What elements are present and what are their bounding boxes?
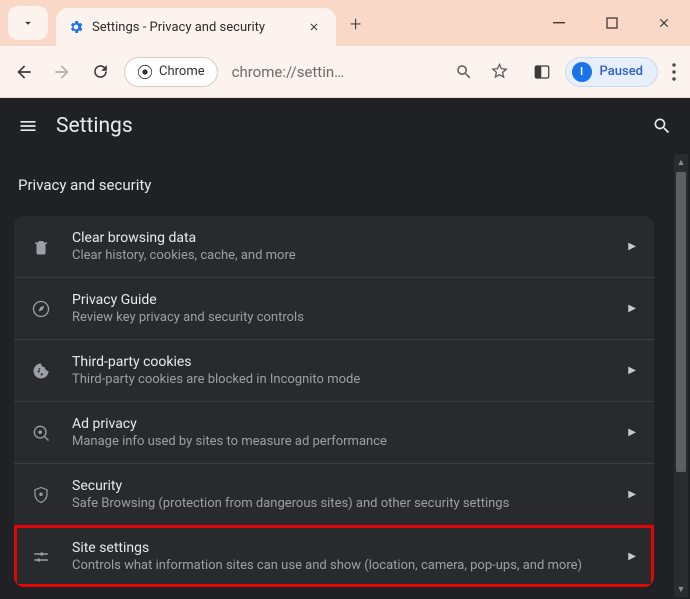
- chevron-down-icon: [21, 16, 35, 30]
- minimize-icon: [553, 16, 567, 30]
- row-ad-privacy[interactable]: Ad privacy Manage info used by sites to …: [14, 401, 654, 463]
- arrow-left-icon: [14, 62, 34, 82]
- chevron-right-icon: ▶: [628, 303, 636, 314]
- sliders-icon: [28, 548, 54, 566]
- scroll-thumb[interactable]: [676, 172, 686, 472]
- settings-body: Privacy and security Clear browsing data…: [0, 154, 672, 599]
- chrome-icon: [137, 64, 153, 80]
- section-heading: Privacy and security: [14, 176, 672, 194]
- tab-title: Settings - Privacy and security: [92, 20, 300, 35]
- window-maximize-button[interactable]: [592, 3, 632, 43]
- row-title: Clear browsing data: [72, 230, 610, 246]
- chevron-right-icon: ▶: [628, 551, 636, 562]
- tab-close-button[interactable]: [308, 21, 326, 33]
- trash-icon: [28, 238, 54, 256]
- profile-chip[interactable]: I Paused: [565, 57, 658, 87]
- address-security-chip[interactable]: Chrome: [124, 57, 218, 87]
- settings-appbar: Settings: [0, 98, 690, 154]
- window-minimize-button[interactable]: [540, 3, 580, 43]
- privacy-card: Clear browsing data Clear history, cooki…: [14, 216, 654, 587]
- row-privacy-guide[interactable]: Privacy Guide Review key privacy and sec…: [14, 277, 654, 339]
- gear-icon: [68, 19, 84, 35]
- scroll-up-button[interactable]: ▲: [674, 154, 688, 170]
- settings-title: Settings: [56, 114, 133, 138]
- window-titlebar: Settings - Privacy and security +: [0, 0, 690, 46]
- settings-page: Settings Privacy and security Clear brow…: [0, 98, 690, 599]
- magnifier-minus-icon: [455, 63, 473, 81]
- settings-menu-button[interactable]: [18, 116, 38, 136]
- chevron-right-icon: ▶: [628, 241, 636, 252]
- row-sub: Third-party cookies are blocked in Incog…: [72, 372, 610, 387]
- new-tab-button[interactable]: +: [350, 12, 361, 36]
- row-sub: Controls what information sites can use …: [72, 558, 610, 573]
- search-icon: [652, 116, 672, 136]
- close-icon: [308, 21, 320, 33]
- row-title: Security: [72, 478, 610, 494]
- row-site-settings[interactable]: Site settings Controls what information …: [14, 525, 654, 587]
- address-bar[interactable]: chrome://settin…: [232, 63, 441, 81]
- star-icon: [490, 62, 509, 81]
- row-sub: Manage info used by sites to measure ad …: [72, 434, 610, 449]
- address-chip-label: Chrome: [159, 64, 205, 79]
- maximize-icon: [606, 17, 618, 29]
- hamburger-icon: [18, 116, 38, 136]
- row-title: Third-party cookies: [72, 354, 610, 370]
- chevron-right-icon: ▶: [628, 489, 636, 500]
- row-security[interactable]: Security Safe Browsing (protection from …: [14, 463, 654, 525]
- back-button[interactable]: [10, 58, 38, 86]
- window-close-button[interactable]: [644, 3, 684, 43]
- compass-icon: [28, 299, 54, 319]
- bookmark-button[interactable]: [487, 59, 513, 85]
- tab-search-button[interactable]: [8, 6, 48, 40]
- forward-button[interactable]: [48, 58, 76, 86]
- close-icon: [657, 16, 671, 30]
- row-third-party-cookies[interactable]: Third-party cookies Third-party cookies …: [14, 339, 654, 401]
- row-sub: Safe Browsing (protection from dangerous…: [72, 496, 610, 511]
- reload-button[interactable]: [86, 58, 114, 86]
- row-title: Ad privacy: [72, 416, 610, 432]
- row-sub: Review key privacy and security controls: [72, 310, 610, 325]
- cookie-icon: [28, 362, 54, 380]
- row-title: Site settings: [72, 540, 610, 556]
- row-clear-browsing-data[interactable]: Clear browsing data Clear history, cooki…: [14, 216, 654, 277]
- reload-icon: [91, 62, 110, 81]
- overflow-menu-button[interactable]: [668, 63, 680, 81]
- zoom-button[interactable]: [451, 59, 477, 85]
- browser-toolbar: Chrome chrome://settin… I Paused: [0, 46, 690, 98]
- row-title: Privacy Guide: [72, 292, 610, 308]
- sidepanel-button[interactable]: [529, 59, 555, 85]
- arrow-right-icon: [52, 62, 72, 82]
- profile-status-label: Paused: [600, 64, 643, 79]
- shield-icon: [28, 485, 54, 505]
- row-sub: Clear history, cookies, cache, and more: [72, 248, 610, 263]
- avatar: I: [572, 62, 592, 82]
- chevron-right-icon: ▶: [628, 427, 636, 438]
- scroll-down-button[interactable]: ▼: [674, 581, 688, 597]
- browser-tab[interactable]: Settings - Privacy and security: [56, 8, 336, 46]
- chevron-right-icon: ▶: [628, 365, 636, 376]
- ad-icon: [28, 423, 54, 443]
- panel-icon: [533, 63, 551, 81]
- settings-search-button[interactable]: [652, 116, 672, 136]
- vertical-scrollbar[interactable]: ▲ ▼: [674, 154, 688, 597]
- kebab-icon: [672, 63, 676, 81]
